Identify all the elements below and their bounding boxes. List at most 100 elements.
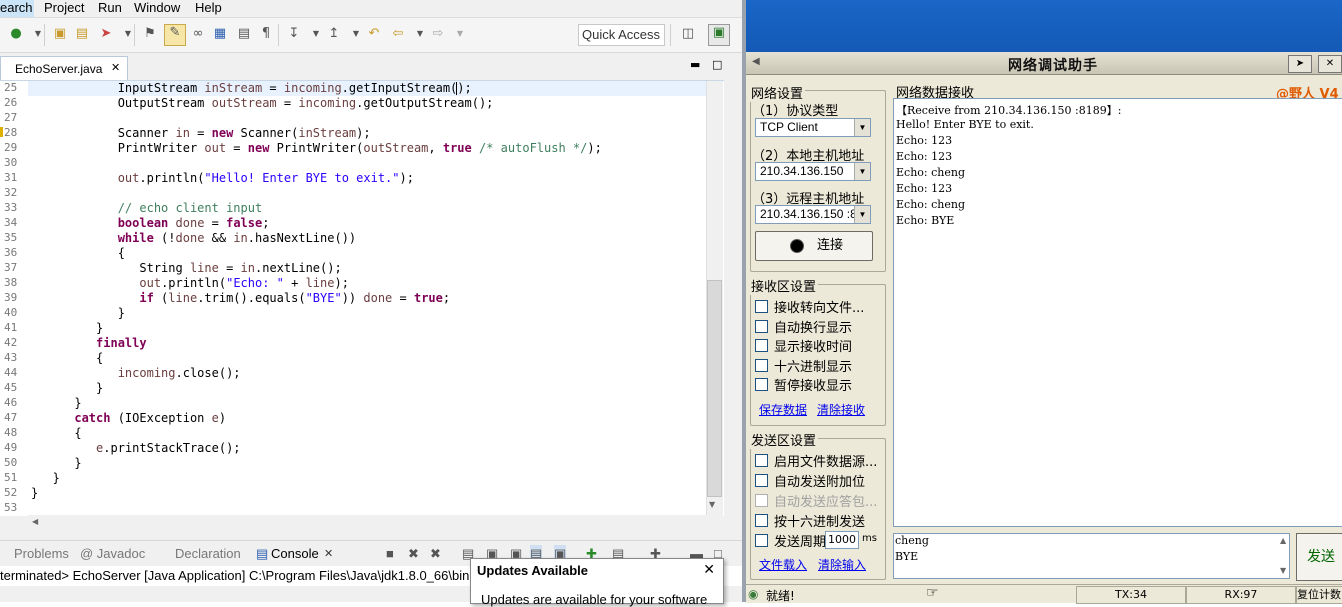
code-line: finally: [96, 336, 147, 350]
receive-line: Echo: 123: [896, 182, 953, 195]
chevron-down-icon[interactable]: ▼: [854, 206, 870, 223]
popup-message: Updates are available for your software: [481, 592, 708, 607]
line-number: 43: [4, 351, 18, 364]
dropdown-icon[interactable]: ▼: [308, 26, 324, 42]
line-number: 44: [4, 366, 18, 379]
menu-window[interactable]: Window: [134, 0, 180, 17]
tab-problems[interactable]: Problems: [14, 545, 69, 563]
link-icon[interactable]: ∞: [190, 26, 206, 42]
tab-console[interactable]: Console: [271, 545, 319, 563]
quick-access-input[interactable]: Quick Access: [578, 24, 665, 46]
chevron-down-icon[interactable]: ▼: [854, 119, 870, 136]
back-icon[interactable]: ⇦: [390, 26, 406, 42]
scroll-up-icon[interactable]: ▲: [1280, 536, 1286, 545]
pin-icon[interactable]: ➤: [1288, 55, 1312, 73]
pilcrow-icon[interactable]: ¶: [258, 26, 274, 42]
send-textarea[interactable]: [893, 533, 1290, 579]
menu-help[interactable]: Help: [195, 0, 222, 17]
package-icon[interactable]: ⚑: [142, 26, 158, 42]
next-annotation-icon[interactable]: ↧: [286, 26, 302, 42]
hex-display-checkbox[interactable]: 十六进制显示: [755, 356, 852, 375]
line-number: 35: [4, 231, 18, 244]
remove-all-icon[interactable]: ✖: [430, 545, 441, 563]
code-line: {: [31, 246, 125, 260]
remove-launch-icon[interactable]: ✖: [408, 545, 419, 563]
maximize-icon[interactable]: □: [712, 58, 722, 71]
clear-input-link[interactable]: 清除输入: [818, 556, 866, 573]
line-number: 27: [4, 111, 18, 124]
recv-to-file-checkbox[interactable]: 接收转向文件...: [755, 297, 864, 316]
clear-receive-link[interactable]: 清除接收: [817, 401, 865, 418]
last-edit-icon[interactable]: ↶: [366, 26, 382, 42]
tab-echoserver-java[interactable]: J EchoServer.java ✕: [0, 56, 128, 81]
dropdown-icon[interactable]: ▼: [348, 26, 364, 42]
dropdown-icon[interactable]: ▼: [412, 26, 428, 42]
connect-label: 连接: [817, 238, 844, 253]
menu-project[interactable]: Project: [44, 0, 84, 17]
open-folder-icon[interactable]: ▤: [74, 26, 90, 42]
chevron-down-icon[interactable]: ▼: [854, 163, 870, 180]
auto-wrap-checkbox[interactable]: 自动换行显示: [755, 317, 852, 336]
pause-display-checkbox[interactable]: 暂停接收显示: [755, 375, 852, 394]
tool-icon[interactable]: ➤: [98, 26, 114, 42]
auto-reply-checkbox: 自动发送应答包...: [755, 491, 877, 510]
close-icon[interactable]: ✕: [703, 562, 715, 578]
close-icon[interactable]: ✕: [111, 61, 120, 74]
scroll-thumb[interactable]: [707, 280, 722, 497]
line-number: 39: [4, 291, 18, 304]
reset-counter-button[interactable]: 复位计数: [1296, 586, 1342, 604]
hex-send-checkbox[interactable]: 按十六进制发送: [755, 511, 865, 530]
receive-line: Hello! Enter BYE to exit.: [896, 118, 1034, 131]
connect-button[interactable]: 连接: [755, 231, 873, 261]
code-line: incoming.close();: [117, 366, 241, 380]
protocol-label: （1）协议类型: [752, 104, 839, 119]
line-number: 51: [4, 471, 18, 484]
open-perspective-icon[interactable]: ◫: [680, 26, 696, 42]
file-source-checkbox[interactable]: 启用文件数据源...: [755, 451, 877, 470]
protocol-select[interactable]: TCP Client ▼: [755, 118, 871, 137]
terminate-icon[interactable]: ■: [386, 545, 394, 563]
scroll-down-icon[interactable]: ▼: [1280, 566, 1286, 575]
send-line: cheng: [895, 534, 929, 547]
open-project-icon[interactable]: ▣: [52, 26, 68, 42]
highlight-icon[interactable]: ✎: [164, 24, 186, 46]
scroll-left-icon[interactable]: ◀: [32, 517, 38, 526]
period-unit: ms: [862, 533, 877, 544]
period-input[interactable]: 1000: [825, 531, 859, 549]
forward-icon[interactable]: ⇨: [430, 26, 446, 42]
code-line: Scanner in = new Scanner(inStream);: [31, 126, 371, 140]
scroll-down-icon[interactable]: ▼: [709, 500, 715, 509]
doc-icon[interactable]: ▤: [236, 26, 252, 42]
menu-run[interactable]: Run: [98, 0, 122, 17]
horizontal-scrollbar[interactable]: [28, 515, 722, 529]
new-icon[interactable]: ●: [8, 26, 24, 42]
updates-popup[interactable]: Updates Available ✕ Updates are availabl…: [470, 558, 724, 607]
auto-append-checkbox[interactable]: 自动发送附加位: [755, 471, 865, 490]
code-line: }: [31, 486, 39, 500]
menu-search[interactable]: earch: [0, 0, 34, 17]
desktop-background: [746, 0, 1342, 52]
code-line: }: [31, 306, 125, 320]
send-period-checkbox[interactable]: 发送周期: [755, 531, 826, 550]
send-button[interactable]: 发送: [1296, 533, 1342, 581]
window-menu-icon[interactable]: ◀: [752, 56, 760, 67]
tab-javadoc[interactable]: @ Javadoc: [80, 545, 145, 563]
minimize-icon[interactable]: ▬: [690, 58, 700, 71]
java-perspective-icon[interactable]: ▣: [708, 24, 730, 46]
task-icon[interactable]: ▦: [212, 26, 228, 42]
status-text: 就绪!: [766, 589, 795, 603]
code-line: InputStream inStream = incoming.getInput…: [31, 81, 472, 95]
prev-annotation-icon[interactable]: ↥: [326, 26, 342, 42]
receive-textarea[interactable]: [893, 98, 1342, 527]
close-icon[interactable]: ✕: [1318, 55, 1342, 73]
close-icon[interactable]: ✕: [324, 545, 333, 563]
load-file-link[interactable]: 文件载入: [759, 556, 807, 573]
show-recv-time-checkbox[interactable]: 显示接收时间: [755, 336, 852, 355]
local-host-select[interactable]: 210.34.136.150 ▼: [755, 162, 871, 181]
save-data-link[interactable]: 保存数据: [759, 401, 807, 418]
receive-line: Echo: 123: [896, 150, 953, 163]
dropdown-icon[interactable]: ▼: [452, 26, 468, 42]
remote-host-input[interactable]: 210.34.136.150 :8189 ▼: [755, 205, 871, 224]
net-title: 网络调试助手: [1008, 58, 1098, 74]
tab-declaration[interactable]: Declaration: [175, 545, 241, 563]
